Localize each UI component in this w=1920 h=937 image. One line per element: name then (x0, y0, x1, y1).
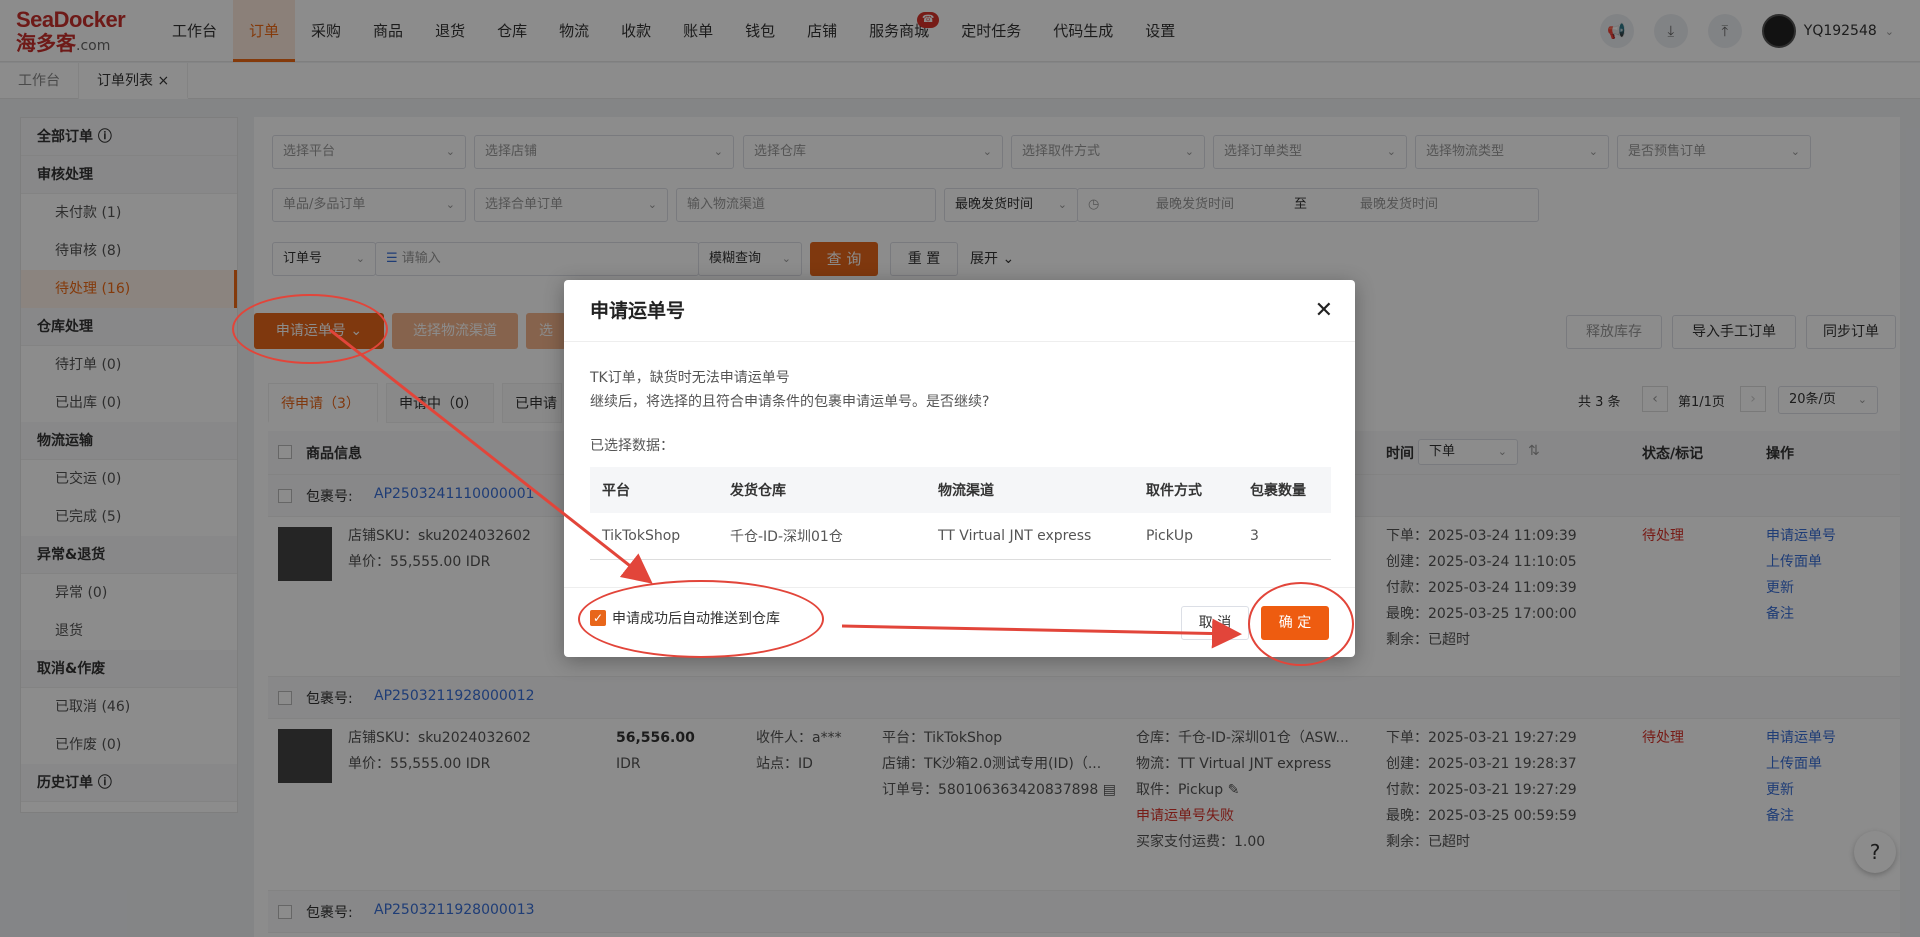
annotation-arrows (329, 328, 1242, 649)
arrow-to-confirm (841, 618, 1242, 649)
arrow-to-checkbox (329, 328, 653, 584)
